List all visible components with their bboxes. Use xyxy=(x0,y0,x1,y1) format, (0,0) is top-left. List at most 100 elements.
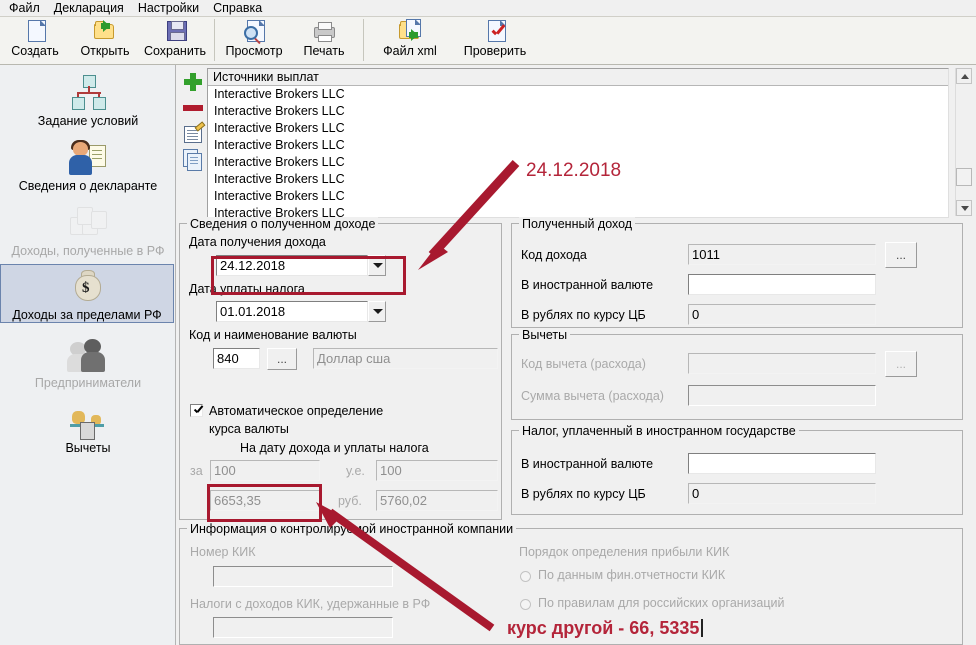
list-item[interactable]: Interactive Brokers LLC xyxy=(208,103,948,120)
save-diskette-icon xyxy=(162,19,188,43)
scroll-down-button[interactable] xyxy=(956,200,972,216)
toolbar-button-xml[interactable]: Файл xml xyxy=(368,17,452,63)
list-column-header[interactable]: Источники выплат xyxy=(208,69,948,86)
sidebar-item-entrepreneurs[interactable]: Предприниматели xyxy=(0,333,176,390)
auto-rate-label-2: курса валюты xyxy=(209,422,289,436)
income-code-browse-button[interactable]: ... xyxy=(885,242,917,268)
list-item[interactable]: Interactive Brokers LLC xyxy=(208,137,948,154)
toolbar-button-save[interactable]: Сохранить xyxy=(140,17,210,63)
open-folder-icon xyxy=(92,19,118,43)
currency-browse-button[interactable]: ... xyxy=(267,348,297,370)
payment-sources-list[interactable]: Источники выплат Interactive Brokers LLC… xyxy=(207,68,949,218)
foreign-tax-group: Налог, уплаченный в иностранном государс… xyxy=(511,424,963,515)
toolbar-label-print: Печать xyxy=(303,44,345,58)
annotation-rate-value: курс другой - 66, 5335 xyxy=(507,618,700,638)
income-foreign-currency-input[interactable] xyxy=(688,274,876,295)
date-tax-input[interactable]: 01.01.2018 xyxy=(216,301,368,322)
conditions-tree-icon xyxy=(67,75,109,113)
application-window: Файл Декларация Настройки Справка Создат… xyxy=(0,0,976,645)
foreign-tax-currency-input[interactable] xyxy=(688,453,876,474)
auto-rate-label: Автоматическое определение xyxy=(209,404,384,418)
cfc-title: Информация о контролируемой иностранной … xyxy=(187,522,517,536)
declarant-person-icon xyxy=(67,140,109,178)
ue-label: у.е. xyxy=(346,464,365,478)
deduction-code-input[interactable] xyxy=(688,353,876,374)
printer-icon xyxy=(311,19,337,43)
toolbar-button-create[interactable]: Создать xyxy=(0,17,70,63)
toolbar-label-create: Создать xyxy=(11,44,59,58)
date-tax-label: Дата уплаты налога xyxy=(189,282,305,296)
menu-item-declaration[interactable]: Декларация xyxy=(47,0,131,16)
deduction-code-browse-button[interactable]: ... xyxy=(885,351,917,377)
cfc-number-input[interactable] xyxy=(213,566,393,587)
toolbar-label-verify: Проверить xyxy=(463,44,527,58)
toolbar-button-verify[interactable]: Проверить xyxy=(452,17,538,63)
list-vertical-scrollbar[interactable] xyxy=(955,68,972,216)
menu-item-help[interactable]: Справка xyxy=(206,0,269,16)
copy-icon[interactable] xyxy=(181,148,205,172)
sidebar-item-income-rf[interactable]: Доходы, полученные в РФ xyxy=(0,201,176,258)
sidebar-item-deductions[interactable]: Вычеты xyxy=(0,398,176,455)
menu-item-settings[interactable]: Настройки xyxy=(131,0,206,16)
cfc-radio-russian-rules[interactable] xyxy=(520,599,531,610)
sidebar-item-income-abroad[interactable]: $ Доходы за пределами РФ xyxy=(0,264,174,323)
deduction-code-label: Код вычета (расхода) xyxy=(521,357,646,371)
auto-rate-checkbox[interactable] xyxy=(190,404,203,417)
toolbar-label-save: Сохранить xyxy=(143,44,207,58)
currency-label: Код и наименование валюты xyxy=(189,328,357,342)
list-item[interactable]: Interactive Brokers LLC xyxy=(208,188,948,205)
foreign-tax-rub-label: В рублях по курсу ЦБ xyxy=(521,487,646,501)
cfc-radio-financial-report[interactable] xyxy=(520,571,531,582)
foreign-tax-rub-field: 0 xyxy=(688,483,876,504)
on-date-label: На дату дохода и уплаты налога xyxy=(240,441,429,455)
toolbar-separator-1 xyxy=(214,19,215,61)
cfc-option-2-label: По правилам для российских организаций xyxy=(538,596,785,610)
rate-value-field: 6653,35 xyxy=(210,490,320,511)
per-value-field: 100 xyxy=(210,460,320,481)
edit-icon[interactable] xyxy=(181,122,205,146)
navigation-sidebar: Задание условий Сведения о декларанте До… xyxy=(0,65,176,645)
deductions-group: Вычеты Код вычета (расхода) ... Сумма вы… xyxy=(511,328,963,420)
cfc-taxes-label: Налоги с доходов КИК, удержанные в РФ xyxy=(190,597,431,611)
add-icon[interactable] xyxy=(181,70,205,94)
sidebar-label-deductions: Вычеты xyxy=(65,441,111,455)
text-caret xyxy=(701,619,704,637)
received-income-group: Полученный доход Код дохода 1011 ... В и… xyxy=(511,217,963,328)
sidebar-item-declarant[interactable]: Сведения о декларанте xyxy=(0,136,176,193)
scrollbar-thumb[interactable] xyxy=(956,168,972,186)
date-received-input[interactable]: 24.12.2018 xyxy=(216,255,368,276)
toolbar-button-preview[interactable]: Просмотр xyxy=(219,17,289,63)
currency-code-input[interactable]: 840 xyxy=(213,348,260,369)
annotation-date-text: 24.12.2018 xyxy=(526,160,622,181)
income-rub-cb-field: 0 xyxy=(688,304,876,325)
remove-icon[interactable] xyxy=(181,96,205,120)
income-rub-cb-label: В рублях по курсу ЦБ xyxy=(521,308,646,322)
foreign-tax-title: Налог, уплаченный в иностранном государс… xyxy=(519,424,799,438)
sidebar-item-conditions[interactable]: Задание условий xyxy=(0,71,176,128)
income-details-title: Сведения о полученном доходе xyxy=(187,217,379,231)
verify-check-icon xyxy=(482,19,508,43)
sidebar-label-entrepreneurs: Предприниматели xyxy=(34,376,142,390)
cfc-profit-order-label: Порядок определения прибыли КИК xyxy=(519,545,730,559)
sidebar-label-income-rf: Доходы, полученные в РФ xyxy=(11,244,165,258)
sidebar-label-income-abroad: Доходы за пределами РФ xyxy=(12,308,162,322)
list-item[interactable]: Interactive Brokers LLC xyxy=(208,120,948,137)
toolbar-separator-2 xyxy=(363,19,364,61)
entrepreneurs-icon xyxy=(67,337,109,375)
income-code-input[interactable]: 1011 xyxy=(688,244,876,265)
rub-label: руб. xyxy=(338,494,362,508)
deduction-sum-input[interactable] xyxy=(688,385,876,406)
toolbar-button-print[interactable]: Печать xyxy=(289,17,359,63)
scroll-up-button[interactable] xyxy=(956,68,972,84)
toolbar-button-open[interactable]: Открыть xyxy=(70,17,140,63)
menu-item-file[interactable]: Файл xyxy=(2,0,47,16)
ue-value-field: 100 xyxy=(376,460,498,481)
list-item[interactable]: Interactive Brokers LLC xyxy=(208,86,948,103)
date-received-dropdown-icon[interactable] xyxy=(368,255,386,276)
date-tax-dropdown-icon[interactable] xyxy=(368,301,386,322)
payment-sources-panel: Источники выплат Interactive Brokers LLC… xyxy=(177,66,976,218)
income-code-label: Код дохода xyxy=(521,248,587,262)
sidebar-label-conditions: Задание условий xyxy=(37,114,139,128)
cfc-taxes-input[interactable] xyxy=(213,617,393,638)
toolbar-label-xml: Файл xml xyxy=(383,44,437,58)
